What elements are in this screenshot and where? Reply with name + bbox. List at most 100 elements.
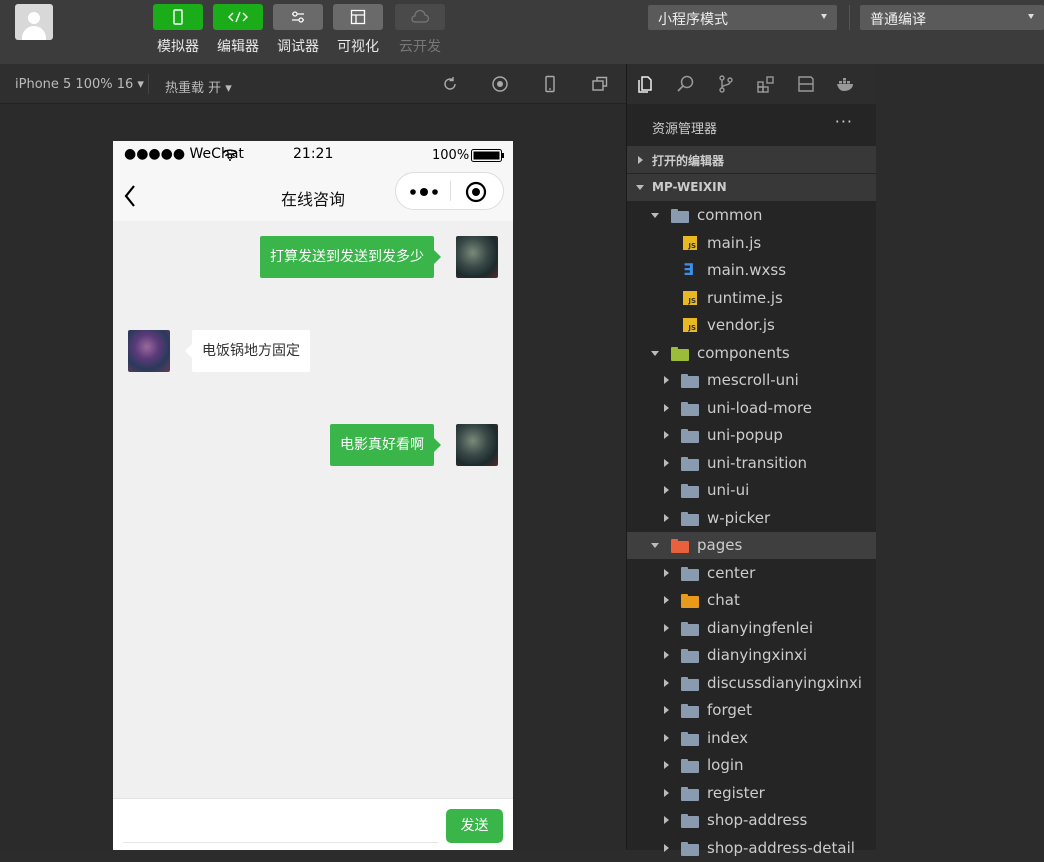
project-section[interactable]: MP-WEIXIN bbox=[627, 174, 877, 201]
folder-icon bbox=[681, 649, 699, 663]
debugger-tool[interactable]: 调试器 bbox=[273, 4, 323, 56]
file-tree-item[interactable]: center bbox=[627, 560, 877, 587]
javascript-file-icon: JS bbox=[683, 291, 697, 305]
folder-icon bbox=[681, 732, 699, 746]
extensions-icon[interactable] bbox=[756, 74, 776, 94]
file-tree-item[interactable]: shop-address-detail bbox=[627, 835, 877, 862]
file-tree-item[interactable]: dianyingxinxi bbox=[627, 642, 877, 669]
components-folder-icon bbox=[671, 347, 689, 361]
file-tree-item[interactable]: JS main.js bbox=[627, 230, 877, 257]
simulator-tool[interactable]: 模拟器 bbox=[153, 4, 203, 56]
compile-select-value: 普通编译 bbox=[870, 12, 926, 28]
more-dots-icon[interactable] bbox=[409, 187, 439, 197]
folder-icon bbox=[681, 787, 699, 801]
file-tree-item[interactable]: w-picker bbox=[627, 505, 877, 532]
open-editors-label: 打开的编辑器 bbox=[652, 154, 725, 168]
file-tree-item[interactable]: register bbox=[627, 780, 877, 807]
mode-select[interactable]: 小程序模式 bbox=[648, 5, 837, 30]
detach-window-icon[interactable] bbox=[591, 75, 609, 93]
editor-button[interactable] bbox=[213, 4, 263, 30]
file-tree-item[interactable]: common bbox=[627, 202, 877, 229]
user-avatar[interactable] bbox=[15, 4, 53, 40]
chat-input-bar: 发送 bbox=[113, 798, 513, 850]
more-actions-icon[interactable]: ··· bbox=[835, 112, 853, 131]
file-tree-item[interactable]: uni-load-more bbox=[627, 395, 877, 422]
file-tree-label: center bbox=[707, 564, 756, 582]
phone-screen: ●●●●● WeChat 21:21 100% 在线咨询 打算发送到发送到发多少… bbox=[113, 141, 513, 850]
mode-select-value: 小程序模式 bbox=[658, 12, 728, 28]
file-tree-label: main.js bbox=[707, 234, 762, 252]
file-tree-item[interactable]: pages bbox=[627, 532, 877, 559]
chevron-right-icon bbox=[664, 486, 669, 494]
chat-bubble-received: 电饭锅地方固定 bbox=[185, 330, 310, 372]
save-icon[interactable] bbox=[796, 74, 816, 94]
contact-avatar bbox=[128, 330, 170, 372]
folder-icon bbox=[681, 759, 699, 773]
file-tree-label: runtime.js bbox=[707, 289, 783, 307]
chevron-right-icon bbox=[664, 514, 669, 522]
file-tree-item[interactable]: uni-popup bbox=[627, 422, 877, 449]
open-editors-section[interactable]: 打开的编辑器 bbox=[627, 146, 877, 173]
chevron-down-icon bbox=[821, 14, 827, 19]
chevron-right-icon bbox=[664, 706, 669, 714]
compile-select[interactable]: 普通编译 bbox=[860, 5, 1044, 30]
explorer-header: 资源管理器 ··· bbox=[627, 104, 877, 146]
chevron-right-icon bbox=[664, 679, 669, 687]
battery-icon bbox=[471, 149, 504, 162]
sliders-icon bbox=[292, 11, 304, 23]
file-tree-item[interactable]: discussdianyingxinxi bbox=[627, 670, 877, 697]
chevron-right-icon bbox=[664, 761, 669, 769]
folder-icon bbox=[681, 457, 699, 471]
divider bbox=[148, 74, 149, 94]
editor-tool[interactable]: 编辑器 bbox=[213, 4, 263, 56]
message-input[interactable] bbox=[123, 807, 438, 841]
close-miniprogram-icon[interactable] bbox=[465, 181, 487, 203]
file-tree-item[interactable]: forget bbox=[627, 697, 877, 724]
clock-text: 21:21 bbox=[293, 146, 334, 162]
source-control-icon[interactable] bbox=[716, 74, 736, 94]
chevron-right-icon bbox=[664, 459, 669, 467]
docker-icon[interactable] bbox=[836, 74, 856, 94]
file-tree-label: common bbox=[697, 206, 763, 224]
visual-label: 可视化 bbox=[337, 39, 379, 55]
chat-bubble-sent: 打算发送到发送到发多少 bbox=[260, 236, 441, 278]
file-tree-item[interactable]: index bbox=[627, 725, 877, 752]
editor-area bbox=[876, 64, 1044, 850]
file-tree-label: w-picker bbox=[707, 509, 771, 527]
files-icon[interactable] bbox=[636, 74, 656, 94]
debugger-button[interactable] bbox=[273, 4, 323, 30]
file-tree-item[interactable]: uni-transition bbox=[627, 450, 877, 477]
visual-button[interactable] bbox=[333, 4, 383, 30]
file-tree-label: vendor.js bbox=[707, 316, 775, 334]
capsule-divider bbox=[450, 181, 451, 201]
file-tree-item[interactable]: dianyingfenlei bbox=[627, 615, 877, 642]
device-select[interactable]: iPhone 5 100% 16 ▾ bbox=[15, 77, 144, 92]
visual-tool[interactable]: 可视化 bbox=[333, 4, 383, 56]
chevron-right-icon bbox=[664, 844, 669, 852]
record-icon[interactable] bbox=[491, 75, 509, 93]
file-tree-item[interactable]: JS vendor.js bbox=[627, 312, 877, 339]
send-button[interactable]: 发送 bbox=[446, 809, 503, 843]
search-icon[interactable] bbox=[676, 74, 696, 94]
file-tree-item[interactable]: ∃ main.wxss bbox=[627, 257, 877, 284]
chevron-right-icon bbox=[664, 431, 669, 439]
my-avatar bbox=[456, 236, 498, 278]
phone-preview-icon[interactable] bbox=[541, 75, 559, 93]
file-tree-item[interactable]: uni-ui bbox=[627, 477, 877, 504]
hot-reload-select[interactable]: 热重载 开 ▾ bbox=[165, 77, 232, 96]
file-tree-item[interactable]: chat bbox=[627, 587, 877, 614]
simulator-button[interactable] bbox=[153, 4, 203, 30]
chevron-right-icon bbox=[664, 734, 669, 742]
file-tree-item[interactable]: JS runtime.js bbox=[627, 285, 877, 312]
file-tree-item[interactable]: login bbox=[627, 752, 877, 779]
file-tree-item[interactable]: components bbox=[627, 340, 877, 367]
refresh-icon[interactable] bbox=[441, 75, 459, 93]
chevron-right-icon bbox=[664, 816, 669, 824]
file-tree-label: shop-address-detail bbox=[707, 839, 855, 857]
file-tree-item[interactable]: mescroll-uni bbox=[627, 367, 877, 394]
file-tree-label: pages bbox=[697, 536, 743, 554]
project-label: MP-WEIXIN bbox=[652, 180, 727, 194]
file-tree-item[interactable]: shop-address bbox=[627, 807, 877, 834]
my-avatar bbox=[456, 424, 498, 466]
file-tree-label: uni-popup bbox=[707, 426, 783, 444]
